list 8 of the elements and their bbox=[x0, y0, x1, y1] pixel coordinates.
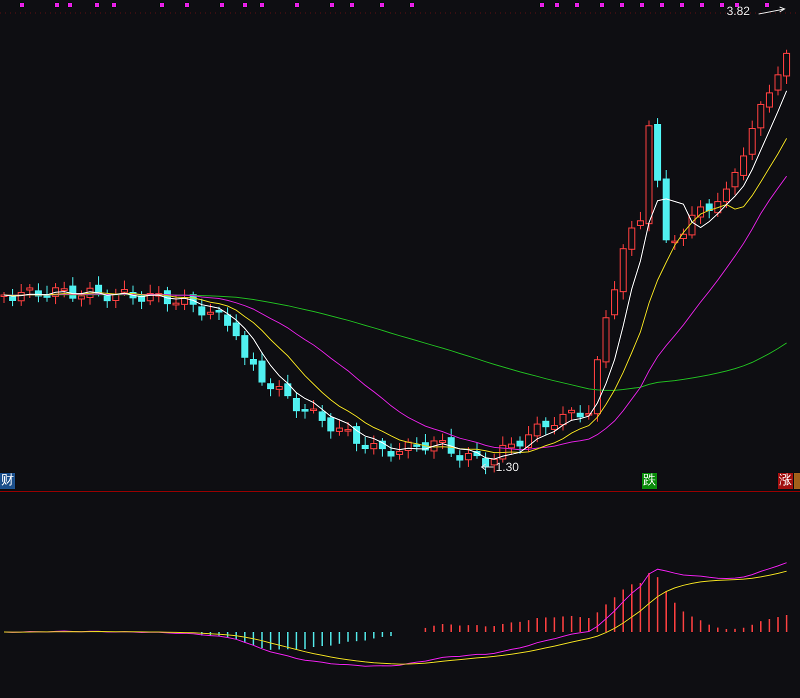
arrow-icon bbox=[480, 464, 494, 470]
signal-tag: 财 bbox=[0, 473, 15, 489]
arrow-icon bbox=[758, 6, 786, 14]
high-price-label: 3.82 bbox=[726, 4, 750, 18]
signal-tag: 跌 bbox=[642, 473, 657, 489]
cut-off-tag bbox=[794, 473, 800, 489]
low-price-label: 1.30 bbox=[496, 460, 519, 474]
signal-tag: 涨 bbox=[778, 473, 793, 489]
